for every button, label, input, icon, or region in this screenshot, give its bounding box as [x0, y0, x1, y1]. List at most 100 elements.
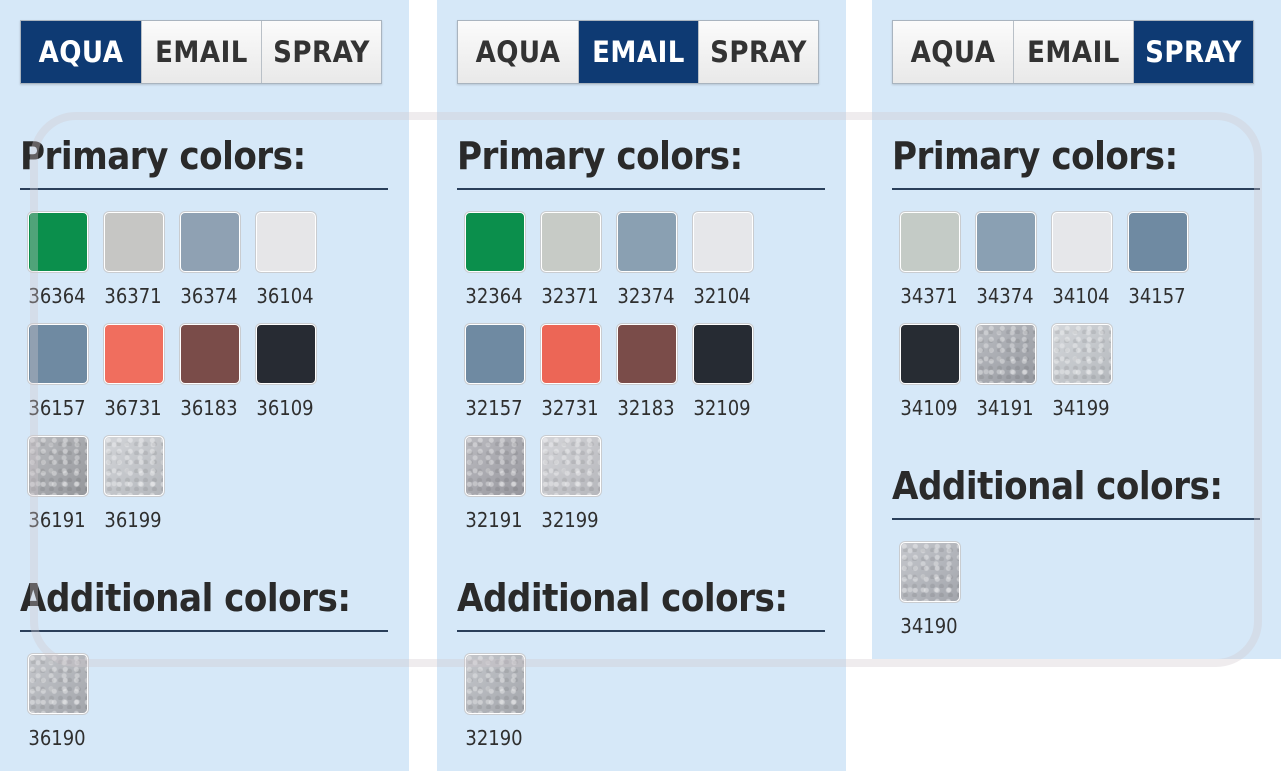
- color-swatch-item[interactable]: 36731: [104, 324, 180, 436]
- color-code-label: 36183: [180, 396, 238, 420]
- tab-aqua[interactable]: AQUA: [458, 21, 578, 83]
- color-code-label: 36371: [104, 284, 162, 308]
- color-swatch[interactable]: [104, 436, 164, 496]
- color-swatch-item[interactable]: 32199: [541, 436, 617, 548]
- color-swatch[interactable]: [976, 324, 1036, 384]
- tab-email[interactable]: EMAIL: [1013, 21, 1133, 83]
- color-code-label: 34199: [1052, 396, 1110, 420]
- color-code-label: 36364: [28, 284, 86, 308]
- color-swatch-item[interactable]: 32157: [465, 324, 541, 436]
- color-swatch[interactable]: [28, 324, 88, 384]
- color-swatch[interactable]: [976, 212, 1036, 272]
- color-swatch[interactable]: [28, 654, 88, 714]
- color-swatch-item[interactable]: 32371: [541, 212, 617, 324]
- color-swatch-item[interactable]: 34104: [1052, 212, 1128, 324]
- color-swatch[interactable]: [693, 212, 753, 272]
- color-swatch-item[interactable]: 36364: [28, 212, 104, 324]
- additional-colors-heading: Additional colors:: [892, 460, 1260, 520]
- color-code-label: 34191: [976, 396, 1034, 420]
- color-swatch[interactable]: [900, 542, 960, 602]
- color-code-label: 36191: [28, 508, 86, 532]
- color-swatch[interactable]: [900, 324, 960, 384]
- paint-type-tabs: AQUA EMAIL SPRAY: [892, 20, 1254, 84]
- color-swatch[interactable]: [541, 324, 601, 384]
- color-swatch-item[interactable]: 36199: [104, 436, 180, 548]
- color-swatch[interactable]: [1052, 212, 1112, 272]
- color-swatch[interactable]: [465, 654, 525, 714]
- tab-spray[interactable]: SPRAY: [261, 21, 381, 83]
- color-swatch-item[interactable]: 34199: [1052, 324, 1128, 436]
- color-swatch-item[interactable]: 36104: [256, 212, 332, 324]
- color-panel: AQUA EMAIL SPRAY Primary colors: 36364 36371 3…: [0, 0, 409, 771]
- color-code-label: 36731: [104, 396, 162, 420]
- color-swatch[interactable]: [617, 212, 677, 272]
- color-swatch[interactable]: [617, 324, 677, 384]
- color-swatch-item[interactable]: 32190: [465, 654, 541, 766]
- color-swatch[interactable]: [465, 324, 525, 384]
- color-code-label: 32364: [465, 284, 523, 308]
- tab-aqua[interactable]: AQUA: [21, 21, 141, 83]
- color-swatch[interactable]: [693, 324, 753, 384]
- paint-type-tabs: AQUA EMAIL SPRAY: [20, 20, 382, 84]
- color-code-label: 34374: [976, 284, 1034, 308]
- color-swatch[interactable]: [28, 212, 88, 272]
- color-swatch-item[interactable]: 32109: [693, 324, 769, 436]
- color-code-label: 34104: [1052, 284, 1110, 308]
- color-swatch-item[interactable]: 32183: [617, 324, 693, 436]
- color-swatch[interactable]: [1128, 212, 1188, 272]
- color-swatch-item[interactable]: 36157: [28, 324, 104, 436]
- color-code-label: 36190: [28, 726, 86, 750]
- color-swatch[interactable]: [541, 436, 601, 496]
- color-swatch-item[interactable]: 34191: [976, 324, 1052, 436]
- color-code-label: 32190: [465, 726, 523, 750]
- color-code-label: 34157: [1128, 284, 1186, 308]
- color-swatch-item[interactable]: 34374: [976, 212, 1052, 324]
- color-swatch[interactable]: [28, 436, 88, 496]
- color-code-label: 36199: [104, 508, 162, 532]
- color-swatch-item[interactable]: 32364: [465, 212, 541, 324]
- tab-spray[interactable]: SPRAY: [698, 21, 818, 83]
- color-swatch-item[interactable]: 34190: [900, 542, 976, 654]
- color-swatch-item[interactable]: 32731: [541, 324, 617, 436]
- color-swatch-item[interactable]: 36183: [180, 324, 256, 436]
- color-swatch[interactable]: [900, 212, 960, 272]
- color-swatch[interactable]: [1052, 324, 1112, 384]
- color-swatch[interactable]: [180, 324, 240, 384]
- color-swatch[interactable]: [104, 212, 164, 272]
- color-swatch[interactable]: [104, 324, 164, 384]
- color-swatch-item[interactable]: 32374: [617, 212, 693, 324]
- color-code-label: 34371: [900, 284, 958, 308]
- color-swatch-item[interactable]: 36371: [104, 212, 180, 324]
- color-code-label: 36374: [180, 284, 238, 308]
- tab-email[interactable]: EMAIL: [141, 21, 261, 83]
- color-swatch-item[interactable]: 36191: [28, 436, 104, 548]
- color-code-label: 32371: [541, 284, 599, 308]
- color-swatch-item[interactable]: 34109: [900, 324, 976, 436]
- color-swatch[interactable]: [541, 212, 601, 272]
- color-swatch-item[interactable]: 36374: [180, 212, 256, 324]
- color-swatch[interactable]: [180, 212, 240, 272]
- color-swatch-item[interactable]: 32104: [693, 212, 769, 324]
- tab-spray[interactable]: SPRAY: [1133, 21, 1253, 83]
- color-swatch-item[interactable]: 34371: [900, 212, 976, 324]
- paint-type-tabs: AQUA EMAIL SPRAY: [457, 20, 819, 84]
- color-code-label: 36104: [256, 284, 314, 308]
- color-swatch-item[interactable]: 36190: [28, 654, 104, 766]
- primary-colors-heading: Primary colors:: [892, 130, 1260, 190]
- color-swatch[interactable]: [465, 212, 525, 272]
- color-code-label: 32374: [617, 284, 675, 308]
- color-swatch-item[interactable]: 32191: [465, 436, 541, 548]
- color-swatch[interactable]: [256, 212, 316, 272]
- color-swatch-item[interactable]: 36109: [256, 324, 332, 436]
- color-swatch[interactable]: [465, 436, 525, 496]
- primary-colors-heading: Primary colors:: [457, 130, 825, 190]
- color-code-label: 32183: [617, 396, 675, 420]
- additional-colors-heading: Additional colors:: [457, 572, 825, 632]
- color-code-label: 32109: [693, 396, 751, 420]
- color-swatch[interactable]: [256, 324, 316, 384]
- color-panel: AQUA EMAIL SPRAY Primary colors: 32364 32371 3…: [437, 0, 846, 771]
- color-panel: AQUA EMAIL SPRAY Primary colors: 34371 34374 3…: [872, 0, 1281, 659]
- tab-email[interactable]: EMAIL: [578, 21, 698, 83]
- tab-aqua[interactable]: AQUA: [893, 21, 1013, 83]
- color-swatch-item[interactable]: 34157: [1128, 212, 1204, 324]
